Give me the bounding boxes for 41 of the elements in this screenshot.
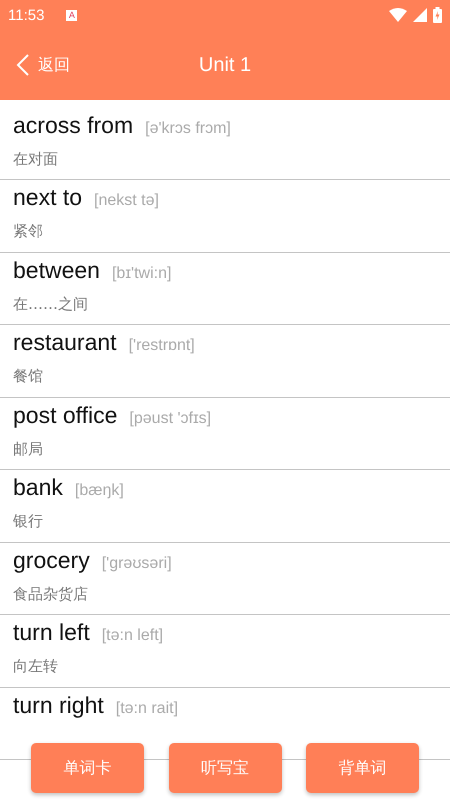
signal-icon [413, 8, 427, 22]
word-text: turn right [13, 692, 104, 718]
word-item[interactable]: grocery ['grəʊsəri] 食品杂货店 [0, 542, 450, 615]
word-item[interactable]: post office [pəust 'ɔfɪs] 邮局 [0, 398, 450, 470]
word-text: post office [13, 402, 118, 428]
meaning-text: 银行 [13, 512, 44, 531]
word-text: across from [13, 112, 134, 139]
word-text: turn left [13, 619, 90, 646]
phonetic-text: [tə:n rait] [116, 700, 178, 718]
word-item[interactable]: restaurant ['restrɒnt] 餐馆 [0, 325, 450, 398]
meaning-text: 食品杂货店 [13, 584, 89, 604]
word-item[interactable]: across from [ə'krɔs frɔm] 在对面 [0, 100, 450, 180]
meaning-text: 餐馆 [13, 367, 44, 386]
word-item[interactable]: next to [nekst tə] 紧邻 [0, 180, 450, 252]
phonetic-text: [ə'krɔs frɔm] [145, 120, 231, 138]
phonetic-text: [pəust 'ɔfɪs] [129, 410, 212, 428]
notification-icon: A [66, 10, 78, 20]
meaning-text: 紧邻 [13, 222, 44, 241]
word-item[interactable]: bank [bæŋk] 银行 [0, 470, 450, 542]
word-text: next to [13, 184, 82, 211]
battery-icon [433, 7, 442, 23]
word-text: bank [13, 474, 63, 501]
phonetic-text: ['grəʊsəri] [102, 554, 172, 572]
meaning-text: 在对面 [13, 150, 59, 169]
word-text: grocery [13, 546, 90, 574]
word-text: restaurant [13, 329, 117, 356]
back-icon [16, 53, 30, 77]
word-text: between [13, 256, 100, 284]
phonetic-text: [nekst tə] [94, 192, 159, 210]
phonetic-text: [bɪ'twi:n] [112, 264, 172, 282]
status-time: 11:53 [8, 6, 44, 24]
page-title: Unit 1 [198, 54, 252, 76]
meaning-text: 邮局 [13, 440, 44, 458]
wifi-icon [389, 8, 407, 22]
phonetic-text: [bæŋk] [74, 482, 124, 500]
phonetic-text: ['restrɒnt] [128, 337, 195, 355]
word-item[interactable]: turn left [tə:n left] 向左转 [0, 615, 450, 688]
phonetic-text: [tə:n left] [102, 627, 164, 645]
meaning-text: 向左转 [13, 657, 59, 676]
meaning-text: 在……之间 [13, 294, 89, 314]
word-item[interactable]: between [bɪ'twi:n] 在……之间 [0, 252, 450, 325]
